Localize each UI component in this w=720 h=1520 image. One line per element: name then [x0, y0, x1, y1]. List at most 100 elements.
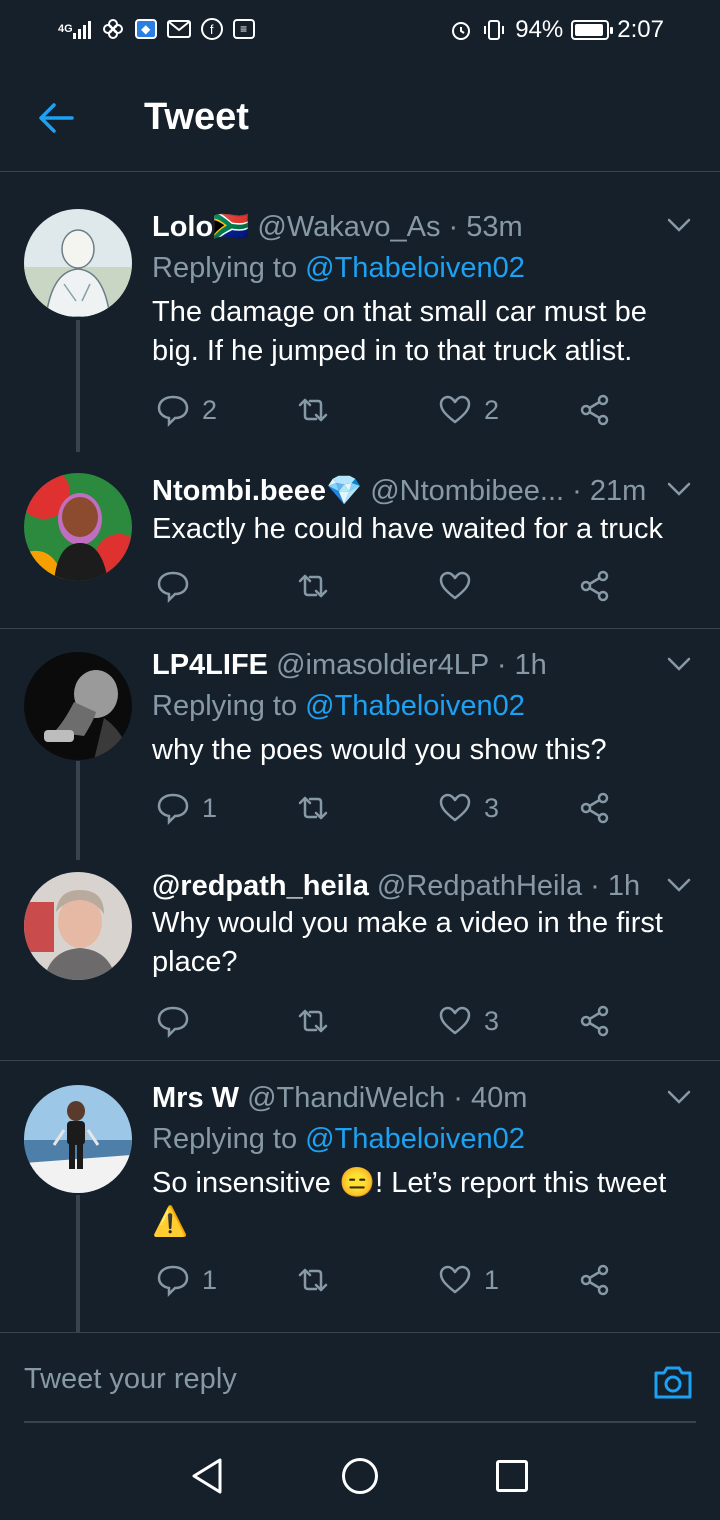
battery-percent: 94% — [515, 16, 564, 43]
like-button[interactable]: 1 — [438, 1260, 499, 1300]
vibrate-icon — [481, 17, 507, 43]
like-count: 1 — [484, 1264, 500, 1295]
tweet-text: Exactly he could have waited for a truck — [152, 513, 663, 545]
like-button[interactable] — [438, 566, 484, 606]
camera-icon[interactable] — [652, 1361, 694, 1403]
retweet-button[interactable] — [296, 1001, 342, 1041]
mention-link[interactable]: @Thabeloiven02 — [305, 690, 525, 722]
heart-icon — [439, 1265, 471, 1294]
tweet-actions: 3 — [152, 1001, 622, 1041]
reply-icon — [157, 395, 189, 427]
tweet-text: The damage on that small car must be big… — [152, 296, 647, 367]
display-name[interactable]: Lolo🇿🇦 — [152, 211, 249, 243]
retweet-button[interactable] — [296, 1260, 342, 1300]
thread-line — [76, 320, 80, 452]
handle[interactable]: @ThandiWelch — [247, 1082, 445, 1114]
clock: 2:07 — [617, 16, 664, 43]
chevron-down-icon[interactable] — [666, 476, 692, 502]
reply-count: 2 — [202, 394, 218, 425]
tweet-text: So insensitive 😑! Let’s report this twee… — [152, 1167, 667, 1238]
timestamp: · 21m — [572, 475, 647, 507]
display-name[interactable]: LP4LIFE — [152, 649, 268, 681]
signal-icon: 4G — [58, 16, 91, 42]
timestamp: · 1h — [496, 649, 547, 681]
replying-to-label: Replying to — [152, 690, 298, 722]
share-button[interactable] — [578, 788, 612, 828]
handle[interactable]: @Wakavo_As — [257, 211, 440, 243]
tweet-actions: 1 3 — [152, 788, 622, 828]
share-icon — [580, 394, 609, 426]
timestamp: · 53m — [448, 211, 523, 243]
reply-tweet[interactable]: LP4LIFE @imasoldier4LP · 1h Replying to … — [0, 629, 720, 860]
reply-icon — [157, 1006, 189, 1038]
thread-line — [76, 761, 80, 860]
chevron-down-icon[interactable] — [666, 651, 692, 677]
like-button[interactable]: 2 — [438, 390, 499, 430]
reply-button[interactable]: 1 — [156, 1260, 217, 1300]
facebook-icon: f — [200, 18, 223, 40]
chevron-down-icon[interactable] — [666, 1084, 692, 1110]
mention-link[interactable]: @Thabeloiven02 — [305, 252, 525, 284]
like-count: 3 — [484, 1005, 500, 1036]
reply-tweet[interactable]: Mrs W @ThandiWelch · 40m Replying to @Th… — [0, 1061, 720, 1332]
replying-to-label: Replying to — [152, 252, 298, 284]
timestamp: · 1h — [590, 870, 641, 902]
nav-home-icon[interactable] — [342, 1458, 378, 1494]
avatar[interactable] — [24, 209, 132, 317]
status-bar: 4G ◆ f ≡ 94% 2:07 — [0, 0, 720, 62]
nav-back-icon[interactable] — [190, 1456, 224, 1496]
mention-link[interactable]: @Thabeloiven02 — [305, 1123, 525, 1155]
display-name[interactable]: Ntombi.beee💎 — [152, 475, 362, 507]
share-button[interactable] — [578, 390, 612, 430]
reply-icon — [157, 1265, 189, 1297]
pinwheel-icon — [101, 16, 125, 42]
avatar[interactable] — [24, 652, 132, 760]
tweet-text: Why would you make a video in the first … — [152, 907, 663, 978]
tweet-actions — [152, 566, 622, 606]
share-icon — [580, 1005, 609, 1037]
chevron-down-icon[interactable] — [666, 212, 692, 238]
input-underline — [24, 1421, 696, 1423]
reply-button[interactable] — [156, 566, 202, 606]
reply-button[interactable] — [156, 1001, 202, 1041]
replying-to-label: Replying to — [152, 1123, 298, 1155]
timestamp: · 40m — [453, 1082, 528, 1114]
reply-tweet[interactable]: Ntombi.beee💎 @Ntombibee... · 21m Exactly… — [0, 452, 720, 628]
nav-recents-icon[interactable] — [496, 1460, 528, 1492]
network-type: 4G — [58, 22, 73, 35]
retweet-button[interactable] — [296, 566, 342, 606]
chevron-down-icon[interactable] — [666, 872, 692, 898]
back-arrow-icon[interactable] — [36, 98, 76, 138]
share-button[interactable] — [578, 566, 612, 606]
share-button[interactable] — [578, 1001, 612, 1041]
like-button[interactable]: 3 — [438, 1001, 499, 1041]
retweet-icon — [298, 398, 328, 422]
tweet-text: why the poes would you show this? — [152, 734, 607, 766]
handle[interactable]: @imasoldier4LP — [276, 649, 489, 681]
like-count: 2 — [484, 394, 500, 425]
share-button[interactable] — [578, 1260, 612, 1300]
avatar[interactable] — [24, 872, 132, 980]
reply-tweet[interactable]: @redpath_heila @RedpathHeila · 1h Why wo… — [0, 860, 720, 1060]
avatar[interactable] — [24, 1085, 132, 1193]
retweet-icon — [298, 1009, 328, 1033]
display-name[interactable]: @redpath_heila — [152, 870, 369, 902]
avatar[interactable] — [24, 473, 132, 581]
app-header: Tweet — [0, 62, 720, 172]
retweet-button[interactable] — [296, 390, 342, 430]
system-nav-bar — [0, 1432, 720, 1520]
display-name[interactable]: Mrs W — [152, 1082, 239, 1114]
retweet-button[interactable] — [296, 788, 342, 828]
reply-button[interactable]: 2 — [156, 390, 217, 430]
notes-icon: ≡ — [232, 19, 255, 39]
share-icon — [580, 570, 609, 602]
reply-input[interactable]: Tweet your reply — [24, 1363, 237, 1396]
heart-icon — [439, 1006, 471, 1035]
reply-tweet[interactable]: Lolo🇿🇦 @Wakavo_As · 53m Replying to @Tha… — [0, 172, 720, 452]
like-button[interactable]: 3 — [438, 788, 499, 828]
thread-line — [76, 1195, 80, 1332]
reply-button[interactable]: 1 — [156, 788, 217, 828]
reply-icon — [157, 571, 189, 603]
handle[interactable]: @Ntombibee... — [370, 475, 564, 507]
handle[interactable]: @RedpathHeila — [377, 870, 582, 902]
